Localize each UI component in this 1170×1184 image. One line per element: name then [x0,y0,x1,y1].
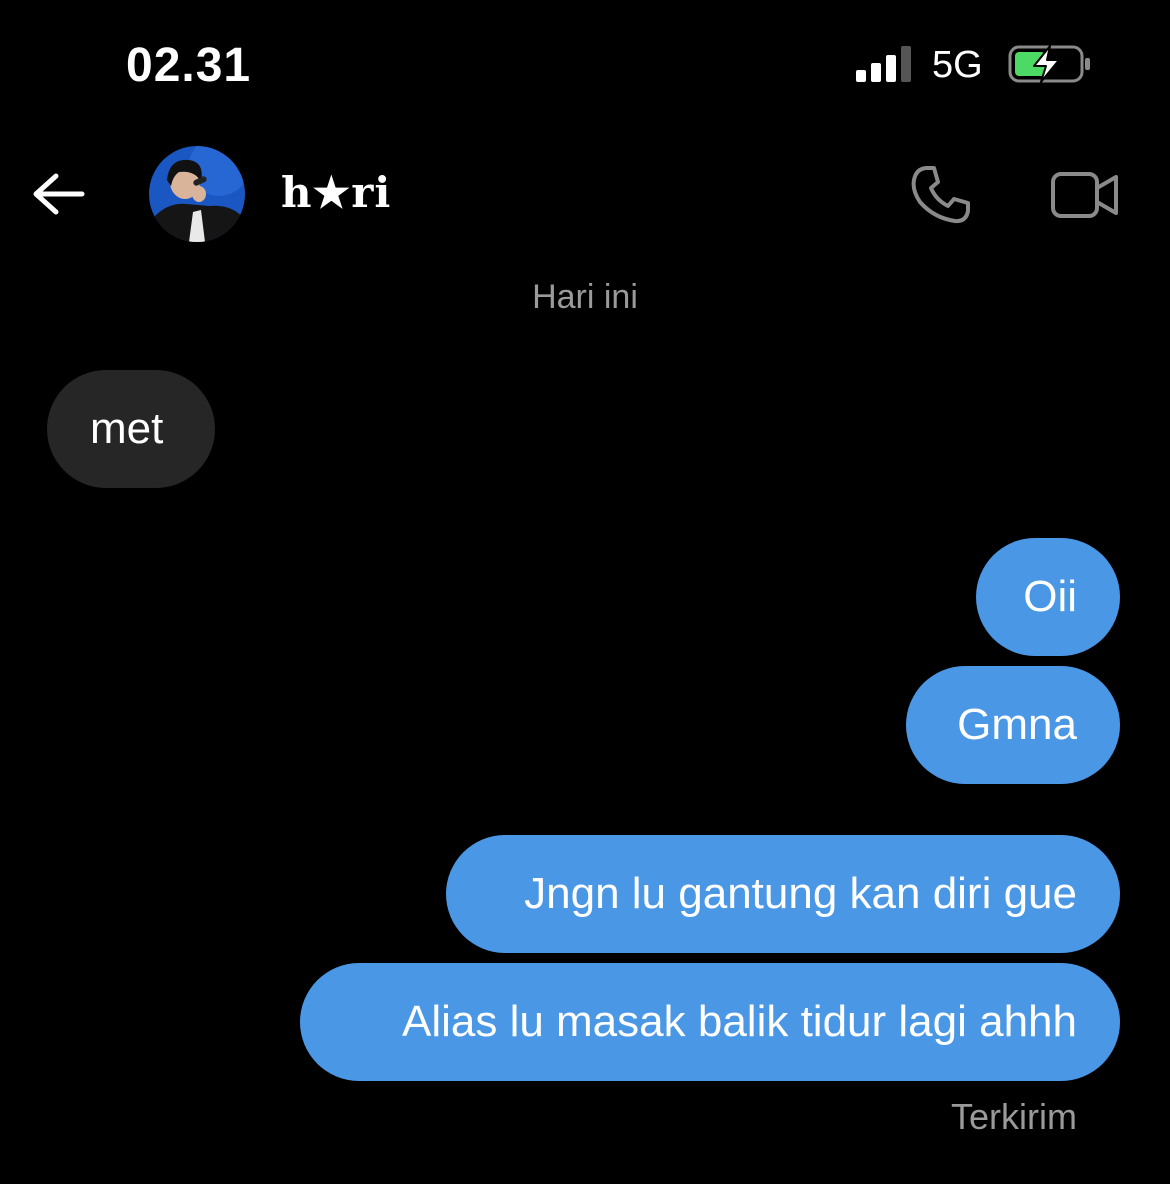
phone-icon [911,166,970,224]
call-button[interactable] [910,164,972,226]
outgoing-message[interactable]: Alias lu masak balik tidur lagi ahhh [300,963,1120,1081]
battery-charging-icon [1008,45,1090,83]
avatar[interactable] [149,146,245,242]
date-divider: Hari ini [532,278,638,316]
outgoing-message[interactable]: Jngn lu gantung kan diri gue [446,835,1120,953]
video-camera-icon [1051,172,1118,218]
back-button[interactable] [30,168,86,220]
signal-strength-icon [856,46,911,82]
outgoing-message[interactable]: Oii [976,538,1120,656]
contact-name[interactable]: h★ri [281,168,391,217]
outgoing-message[interactable]: Gmna [906,666,1120,784]
avatar-photo [149,146,245,242]
incoming-message[interactable]: met [47,370,215,488]
delivery-status: Terkirim [951,1096,1077,1137]
arrow-left-icon [33,173,85,215]
video-call-button[interactable] [1050,168,1120,222]
status-time: 02.31 [126,39,252,92]
network-type: 5G [932,44,983,86]
